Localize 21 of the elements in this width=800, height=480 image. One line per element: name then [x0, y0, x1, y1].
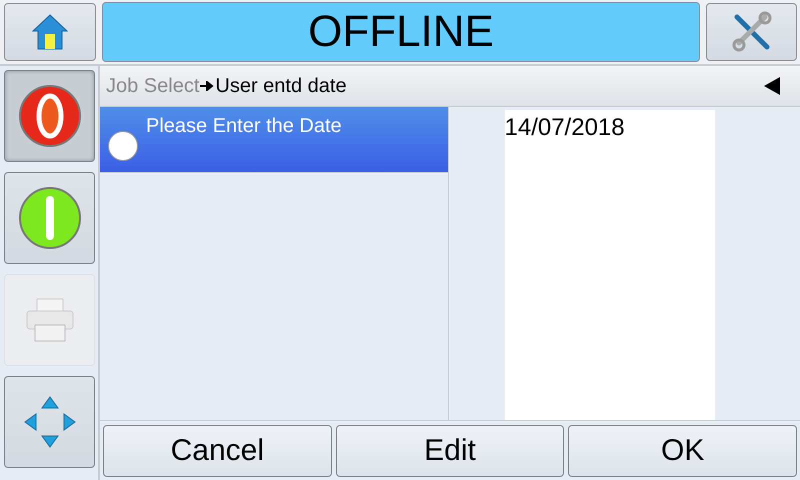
- action-button[interactable]: OK: [568, 425, 798, 477]
- list-item[interactable]: Please Enter the Date: [100, 107, 448, 173]
- status-banner: OFFLINE: [102, 2, 700, 62]
- arrows-icon: [24, 396, 76, 448]
- start-icon: [18, 186, 82, 250]
- tools-button[interactable]: [706, 3, 797, 61]
- breadcrumb-current: User entd date: [215, 74, 347, 98]
- action-button[interactable]: Edit: [336, 425, 564, 477]
- start-button[interactable]: [4, 172, 95, 264]
- breadcrumb-parent: Job Select: [106, 74, 200, 98]
- radio-button[interactable]: [108, 131, 138, 161]
- arrow-icon: [200, 81, 214, 91]
- date-field[interactable]: 14/07/2018: [504, 110, 714, 420]
- action-button[interactable]: Cancel: [103, 425, 332, 477]
- stop-icon: [18, 84, 82, 148]
- stop-button[interactable]: [4, 70, 95, 162]
- home-button[interactable]: [4, 3, 96, 61]
- house-icon: [30, 12, 70, 52]
- back-triangle-icon[interactable]: [764, 77, 780, 95]
- navigate-button[interactable]: [4, 376, 95, 468]
- tools-icon: [730, 11, 772, 53]
